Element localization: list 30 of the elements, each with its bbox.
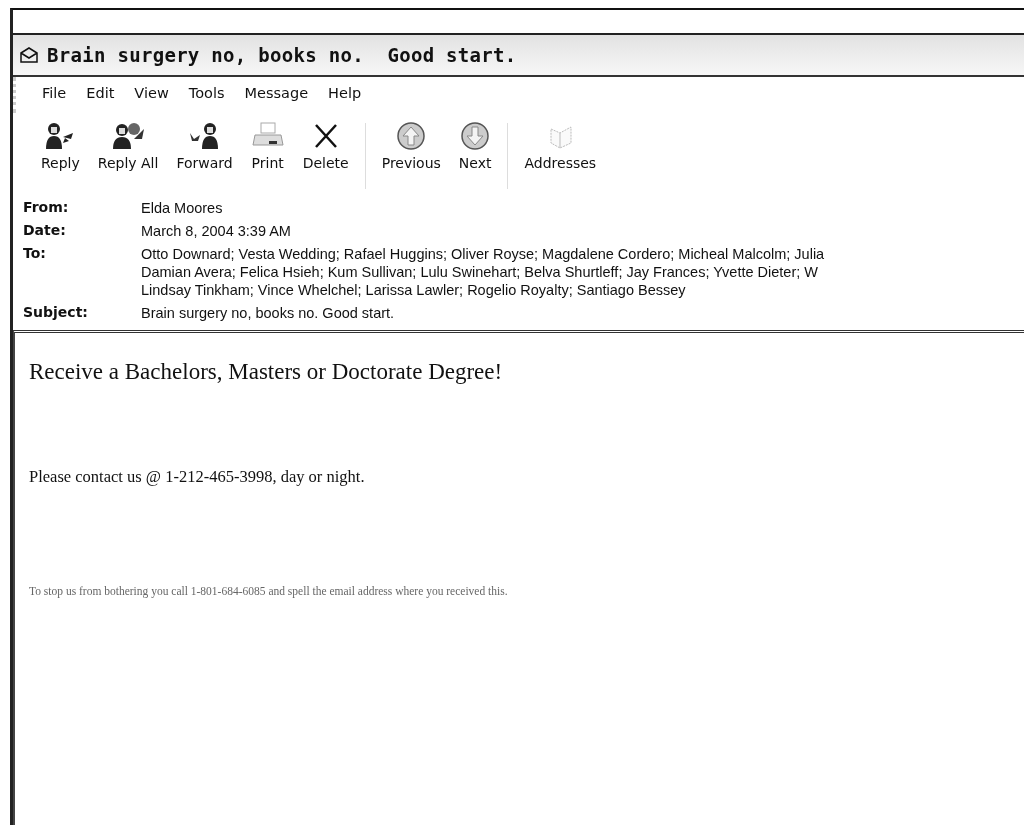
menu-item[interactable]: Help	[320, 85, 370, 113]
toolbar-button[interactable]: Previous	[377, 119, 445, 173]
unsubscribe-text: To stop us from bothering you call 1-801-684-6085 and spell the email address where you received this.	[29, 585, 509, 597]
menu-item[interactable]: File	[34, 85, 75, 113]
field-value: Lindsay Tinkham; Vince Whelchel; Larissa Lawler; Rogelio Royalty; Santiago Bessey	[141, 281, 687, 299]
window-title: Brain surgery no, books no. Good start.	[47, 44, 517, 66]
field-value: March 8, 2004 3:39 AM	[141, 222, 292, 240]
menu-item[interactable]: Tools	[180, 85, 233, 113]
field-value: Damian Avera; Felica Hsieh; Kum Sullivan; Lulu Swinehart; Belva Shurtleff; Jay Frances; Yvette Dieter; W	[141, 263, 819, 281]
toolbar-button[interactable]: Forward	[172, 119, 237, 173]
field-label: Date:	[23, 222, 67, 240]
people-arrow-icon	[110, 121, 147, 151]
field-label: From:	[23, 199, 70, 217]
message-text: Please contact us @ 1-212-465-3998, day or night.	[29, 467, 366, 487]
toolbar-button[interactable]: Addresses	[520, 119, 601, 173]
menu-item[interactable]: Message	[236, 85, 317, 113]
field-value: Brain surgery no, books no. Good start.	[141, 304, 396, 322]
message-heading: Receive a Bachelors, Masters or Doctorate Degree!	[29, 359, 504, 385]
toolbar-button[interactable]: Reply	[37, 119, 84, 173]
field-label: Subject:	[23, 304, 89, 322]
field-value: Elda Moores	[141, 199, 224, 217]
menu-item[interactable]: View	[126, 85, 177, 113]
toolbar-button[interactable]: Next	[454, 119, 496, 173]
envelope-icon	[19, 47, 39, 63]
menu-item[interactable]: Edit	[78, 85, 123, 113]
toolbar-button[interactable]: Reply All	[93, 119, 163, 173]
toolbar-button[interactable]: Print	[246, 119, 289, 173]
toolbar-button[interactable]: Delete	[298, 119, 353, 173]
field-value: Otto Downard; Vesta Wedding; Rafael Huggins; Oliver Royse; Magdalene Cordero; Micheal Malcolm; Julia	[141, 245, 826, 263]
field-label: To:	[23, 245, 47, 263]
